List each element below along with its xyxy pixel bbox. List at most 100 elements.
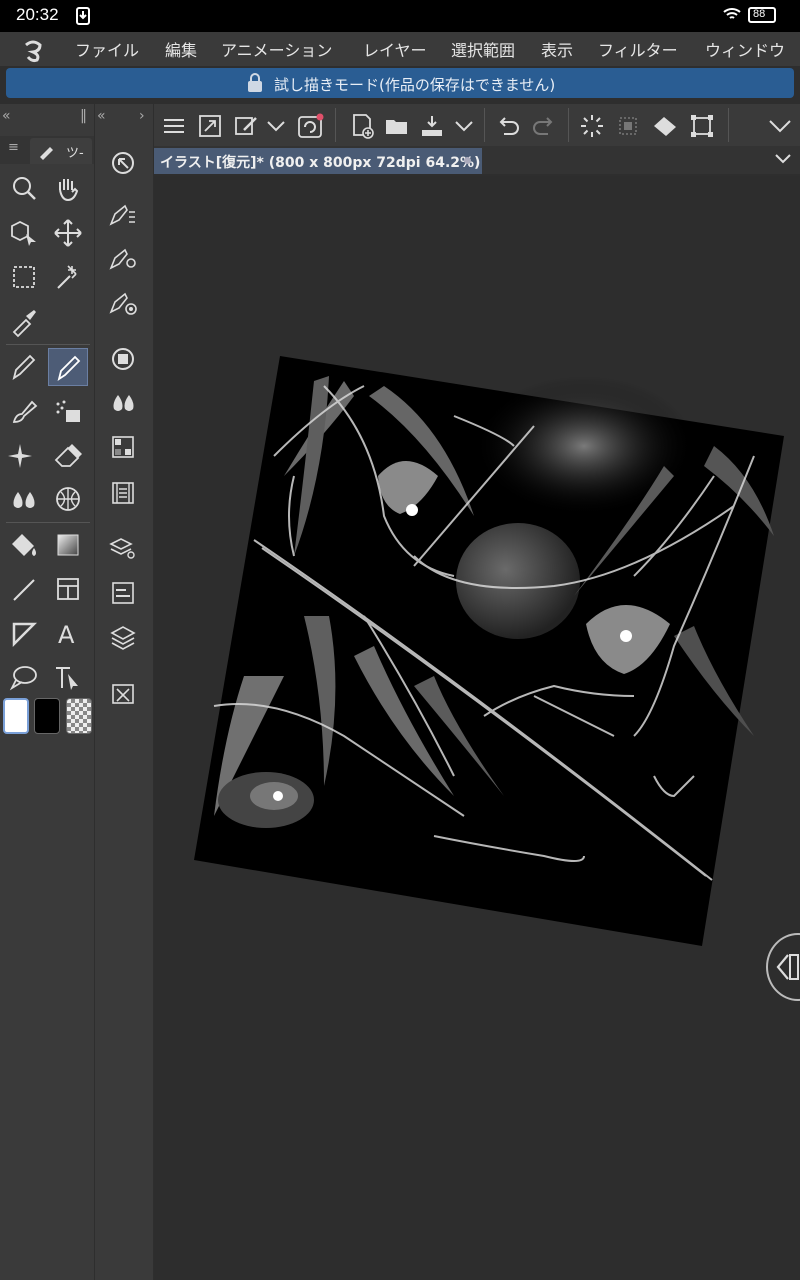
shortcut-button[interactable] — [232, 112, 260, 140]
dropdown-button[interactable] — [262, 112, 290, 140]
object-select-icon — [11, 220, 36, 246]
liquify-tool[interactable] — [48, 480, 88, 518]
folder-open-icon — [386, 120, 407, 134]
unsaved-dot-icon[interactable] — [464, 157, 471, 164]
selection-tool[interactable] — [4, 258, 44, 296]
airbrush-tool[interactable] — [48, 392, 88, 430]
menu-window[interactable]: ウィンドウ — [705, 37, 785, 61]
mesh-globe-icon — [56, 487, 80, 511]
save-dropdown-button[interactable] — [450, 112, 478, 140]
battery-icon: 88 — [748, 7, 776, 23]
brush-tool[interactable] — [4, 392, 44, 430]
zoom-tool[interactable] — [4, 170, 44, 208]
pen-icon — [12, 354, 36, 381]
open-button[interactable] — [383, 112, 411, 140]
correct-line-icon — [56, 667, 78, 690]
selection-spinner-icon — [581, 115, 603, 137]
toolbar-divider — [728, 108, 729, 142]
figure-tool[interactable] — [4, 570, 44, 608]
navigator-button[interactable] — [103, 144, 143, 182]
hand-tool[interactable] — [48, 170, 88, 208]
color-grid-icon — [112, 436, 134, 458]
clip-studio-button[interactable] — [296, 112, 324, 140]
quick-access-button[interactable] — [103, 674, 143, 712]
subtool-list-icon — [109, 204, 135, 226]
ruler-tool[interactable] — [4, 614, 44, 652]
expand-panel-icon[interactable]: › — [139, 108, 145, 124]
blend-tool[interactable] — [4, 480, 44, 518]
balloon-tool[interactable] — [4, 658, 44, 696]
paint-bucket-icon — [12, 534, 36, 556]
menu-file[interactable]: ファイル — [75, 37, 139, 61]
timeline-button[interactable] — [103, 474, 143, 512]
transparent-color-swatch[interactable] — [66, 698, 92, 734]
text-tool[interactable]: A — [48, 614, 88, 652]
layer-search-button[interactable] — [103, 574, 143, 612]
layer-property-button[interactable] — [103, 528, 143, 566]
sub-tool-button[interactable] — [103, 196, 143, 234]
tab-tool-label: ツ- — [66, 146, 84, 161]
color-set-button[interactable] — [103, 428, 143, 466]
menu-filter[interactable]: フィルター — [598, 37, 678, 61]
panel-menu-icon[interactable]: ≡ — [8, 140, 19, 155]
fill-tool[interactable] — [4, 526, 44, 564]
fullscreen-button[interactable] — [196, 112, 224, 140]
marquee-icon — [13, 266, 35, 288]
menu-layer[interactable]: レイヤー — [363, 37, 427, 61]
side-panel-strip: « › — [95, 104, 153, 1280]
sub-color-swatch[interactable] — [34, 698, 60, 734]
fill-selection-button[interactable] — [651, 112, 679, 140]
tab-tool[interactable]: ツ- — [30, 138, 92, 164]
menu-animation[interactable]: アニメーション — [221, 37, 332, 61]
clear-selection-button[interactable] — [578, 112, 606, 140]
redo-button[interactable] — [530, 112, 558, 140]
canvas-area[interactable] — [154, 176, 800, 1280]
eyedropper-tool[interactable] — [4, 302, 44, 340]
main-color-swatch[interactable] — [3, 698, 29, 734]
collapse-left-icon[interactable]: « — [2, 108, 11, 124]
correct-line-tool[interactable] — [48, 658, 88, 696]
move-tool[interactable] — [48, 214, 88, 252]
decoration-tool[interactable] — [4, 436, 44, 474]
canvas-sheet — [194, 356, 784, 946]
intermediate-color-button[interactable] — [103, 384, 143, 422]
crop-button[interactable] — [614, 112, 642, 140]
speech-balloon-icon — [9, 666, 37, 691]
pencil-tool[interactable] — [48, 348, 88, 386]
auto-select-tool[interactable] — [48, 258, 88, 296]
tool-divider — [6, 344, 90, 345]
command-bar — [154, 104, 800, 146]
brush-size-button[interactable] — [103, 284, 143, 322]
save-button[interactable] — [418, 112, 446, 140]
new-canvas-button[interactable] — [348, 112, 376, 140]
app-logo-icon[interactable] — [20, 37, 46, 63]
layer-panel-icon — [112, 582, 134, 604]
eraser-tool[interactable] — [48, 436, 88, 474]
color-wheel-button[interactable] — [103, 340, 143, 378]
panel-grip-icon[interactable]: ‖ — [80, 108, 87, 124]
tool-panel-header: ≡ ツ- — [0, 136, 94, 164]
status-time: 20:32 — [16, 5, 59, 24]
menu-edit[interactable]: 編集 — [165, 37, 197, 61]
layers-button[interactable] — [103, 618, 143, 656]
undo-button[interactable] — [494, 112, 522, 140]
trial-mode-banner[interactable]: 試し描きモード(作品の保存はできません) — [6, 68, 794, 98]
menu-button[interactable] — [160, 112, 188, 140]
collapse-panel-icon[interactable]: « — [97, 108, 106, 124]
object-tool[interactable] — [4, 214, 44, 252]
tool-property-button[interactable] — [103, 240, 143, 278]
document-tab[interactable]: イラスト[復元]* (800 x 800px 72dpi 64.2%) — [154, 148, 482, 174]
transform-button[interactable] — [688, 112, 716, 140]
toolbar-expand-button[interactable] — [766, 112, 794, 140]
menu-view[interactable]: 表示 — [541, 37, 573, 61]
transform-icon — [691, 115, 713, 137]
frame-tool[interactable] — [48, 570, 88, 608]
menu-selection[interactable]: 選択範囲 — [451, 37, 515, 61]
chevron-down-icon — [267, 121, 285, 132]
battery-level: 88 — [753, 8, 766, 20]
brush-shortcut-icon — [235, 117, 257, 135]
gradient-tool[interactable] — [48, 526, 88, 564]
pen-tool[interactable] — [4, 348, 44, 386]
hamburger-icon — [164, 119, 184, 133]
tab-list-chevron-icon[interactable] — [772, 150, 794, 168]
